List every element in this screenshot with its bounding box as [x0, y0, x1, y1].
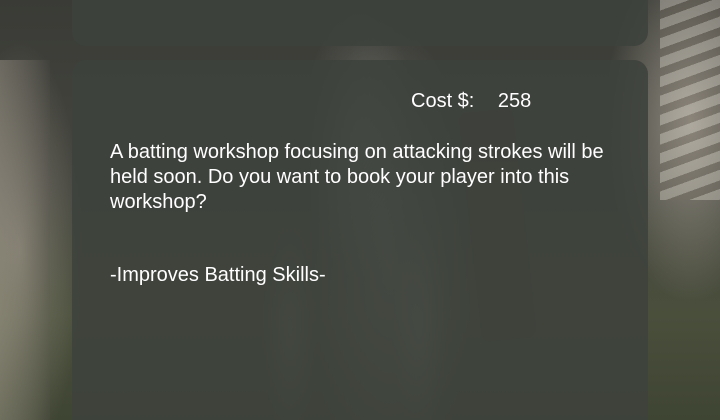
cost-value: 258 [497, 90, 532, 112]
workshop-benefit: -Improves Batting Skills- [110, 264, 326, 286]
previous-card [72, 0, 648, 46]
background-right-pad [660, 0, 720, 200]
cost-label: Cost $: [411, 90, 475, 112]
workshop-description: A batting workshop focusing on attacking… [110, 141, 604, 213]
workshop-card: Cost $: 258 A batting workshop focusing … [72, 60, 648, 420]
background-left-figure [0, 60, 50, 420]
cost-row: Cost $: 258 [411, 90, 531, 113]
